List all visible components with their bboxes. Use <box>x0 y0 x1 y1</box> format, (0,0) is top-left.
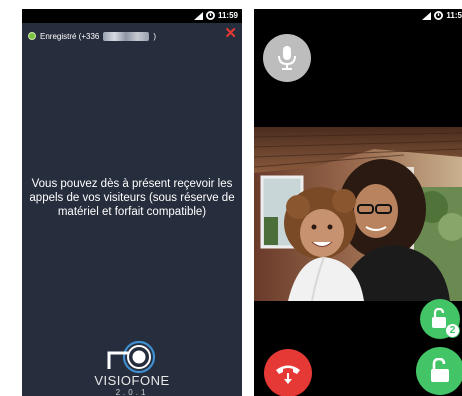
signal-icon <box>193 11 203 20</box>
data-saver-icon <box>205 11 215 20</box>
hang-up-button[interactable] <box>264 349 312 396</box>
unlock-secondary-button[interactable]: 2 <box>420 299 460 339</box>
visiofone-logo-icon <box>107 340 156 374</box>
status-dot-icon <box>28 32 36 40</box>
brand-version: 2.0.1 <box>115 388 149 396</box>
registration-suffix: ) <box>153 31 157 41</box>
door-number-badge: 2 <box>445 323 460 338</box>
call-screen: 11:5 2 <box>254 9 462 396</box>
microphone-icon <box>278 46 296 70</box>
registration-screen: 11:59 Enregistré (+336 ) ✕ Vous pouvez d… <box>22 9 242 396</box>
video-feed <box>254 127 462 301</box>
info-message: Vous pouvez dès à présent reçevoir les a… <box>29 178 235 218</box>
registration-status: Enregistré (+336 ) <box>28 29 156 43</box>
hang-up-phone-icon <box>276 365 300 384</box>
registration-label: Enregistré (+336 <box>40 31 100 41</box>
mute-microphone-button[interactable] <box>263 34 311 82</box>
data-saver-icon <box>434 11 444 20</box>
unlock-door-button[interactable] <box>416 347 462 395</box>
brand-name: VISIOFONE <box>94 373 170 388</box>
open-lock-icon <box>431 358 449 382</box>
redacted-number <box>103 31 150 41</box>
signal-icon <box>422 11 432 20</box>
status-bar: 11:5 <box>254 9 462 23</box>
status-time: 11:5 <box>446 11 462 20</box>
status-bar: 11:59 <box>22 9 242 23</box>
close-icon[interactable]: ✕ <box>224 26 237 41</box>
status-time: 11:59 <box>217 11 238 20</box>
